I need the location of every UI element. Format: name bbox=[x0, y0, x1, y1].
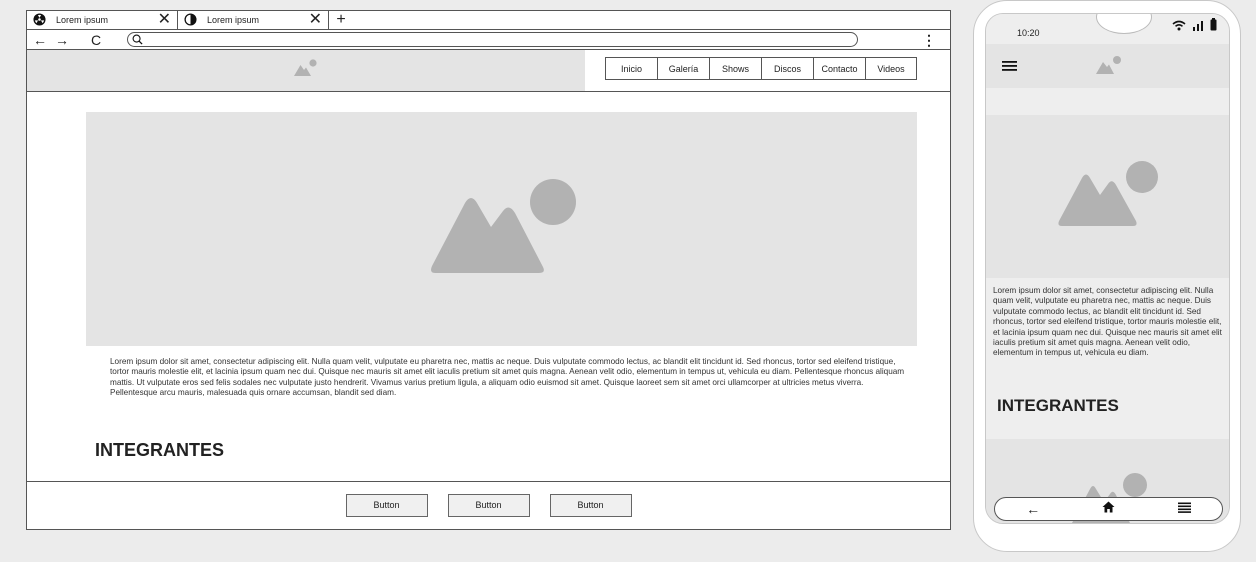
browser-window: Lorem ipsum ✕ Lorem ipsum ✕ + ← → C ⋮ In… bbox=[26, 10, 951, 530]
mobile-intro-paragraph: Lorem ipsum dolor sit amet, consectetur … bbox=[993, 286, 1222, 358]
close-icon[interactable]: ✕ bbox=[158, 12, 171, 28]
spacer bbox=[986, 88, 1229, 115]
phone-frame: 10:20 Lorem ipsum dolor sit amet, consec… bbox=[973, 0, 1241, 552]
reload-icon[interactable]: C bbox=[89, 31, 103, 49]
tab-label: Lorem ipsum bbox=[207, 15, 260, 25]
browser-tab-2[interactable]: Lorem ipsum ✕ bbox=[178, 11, 329, 29]
contrast-icon bbox=[184, 12, 197, 28]
battery-icon bbox=[1210, 18, 1217, 34]
nav-item-discos[interactable]: Discos bbox=[762, 58, 814, 79]
browser-menu-icon[interactable]: ⋮ bbox=[922, 30, 936, 50]
tab-label: Lorem ipsum bbox=[56, 15, 109, 25]
footer-button-1[interactable]: Button bbox=[345, 493, 428, 517]
nav-item-videos[interactable]: Videos bbox=[866, 58, 916, 79]
image-placeholder-icon bbox=[1094, 54, 1124, 81]
close-icon[interactable]: ✕ bbox=[309, 12, 322, 28]
browser-tab-1[interactable]: Lorem ipsum ✕ bbox=[27, 11, 178, 29]
back-arrow-icon[interactable]: ← bbox=[1026, 501, 1040, 517]
menu-lines-icon[interactable] bbox=[1177, 500, 1191, 518]
status-icons bbox=[1172, 18, 1217, 34]
nav-item-galeria[interactable]: Galería bbox=[658, 58, 710, 79]
nav-item-contacto[interactable]: Contacto bbox=[814, 58, 866, 79]
search-icon bbox=[132, 32, 143, 48]
hamburger-menu-icon[interactable] bbox=[1002, 59, 1017, 77]
site-footer: Button Button Button bbox=[27, 481, 950, 529]
radiation-icon bbox=[33, 12, 46, 28]
hero-image bbox=[86, 112, 917, 346]
nav-item-inicio[interactable]: Inicio bbox=[606, 58, 658, 79]
image-placeholder-icon bbox=[292, 58, 320, 83]
address-bar: ← → C ⋮ bbox=[27, 30, 950, 50]
home-icon[interactable] bbox=[1102, 500, 1115, 518]
wifi-icon bbox=[1172, 20, 1186, 34]
logo-placeholder bbox=[27, 50, 585, 91]
intro-paragraph: Lorem ipsum dolor sit amet, consectetur … bbox=[110, 357, 905, 398]
new-tab-button[interactable]: + bbox=[329, 11, 353, 29]
nav-item-shows[interactable]: Shows bbox=[710, 58, 762, 79]
url-input[interactable] bbox=[127, 32, 858, 47]
phone-notch bbox=[1096, 14, 1152, 34]
main-nav: Inicio Galería Shows Discos Contacto Vid… bbox=[605, 57, 917, 80]
image-placeholder-icon bbox=[427, 175, 577, 284]
mobile-hero-image bbox=[986, 115, 1229, 278]
forward-arrow-icon[interactable]: → bbox=[55, 31, 69, 49]
footer-button-2[interactable]: Button bbox=[447, 493, 530, 517]
back-arrow-icon[interactable]: ← bbox=[33, 31, 47, 49]
mobile-section-title: INTEGRANTES bbox=[997, 396, 1119, 415]
signal-icon bbox=[1192, 20, 1204, 34]
status-time: 10:20 bbox=[1017, 28, 1040, 38]
image-placeholder-icon bbox=[1056, 158, 1160, 235]
mobile-bottom-nav: ← bbox=[994, 497, 1223, 521]
site-header: Inicio Galería Shows Discos Contacto Vid… bbox=[27, 50, 950, 92]
phone-screen: 10:20 Lorem ipsum dolor sit amet, consec… bbox=[985, 13, 1230, 524]
footer-button-3[interactable]: Button bbox=[549, 493, 632, 517]
tab-bar: Lorem ipsum ✕ Lorem ipsum ✕ + bbox=[27, 11, 950, 30]
mobile-header bbox=[986, 44, 1229, 88]
section-title: INTEGRANTES bbox=[95, 440, 225, 460]
status-bar: 10:20 bbox=[986, 14, 1229, 44]
